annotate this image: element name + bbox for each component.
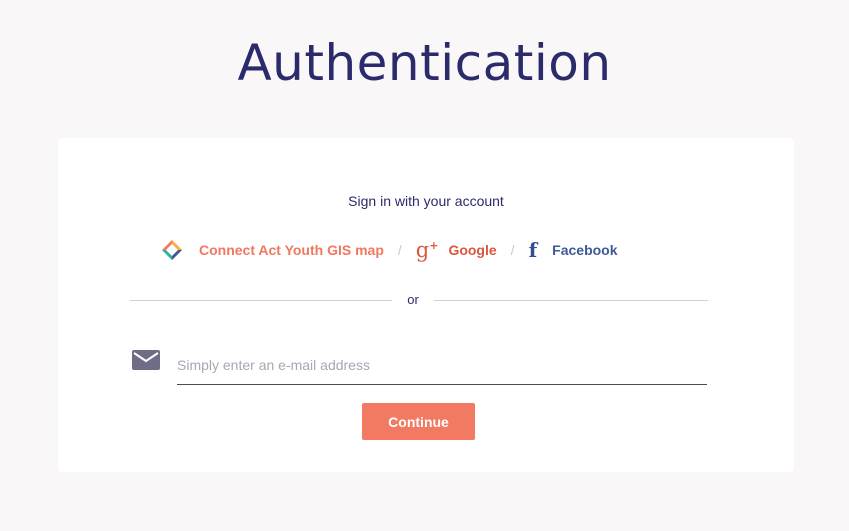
- google-plus-icon: g+: [415, 237, 439, 262]
- google-login-link[interactable]: g+ Google: [415, 237, 497, 262]
- connect-act-youth-label: Connect Act Youth GIS map: [199, 242, 384, 258]
- connect-act-youth-logo-icon: [162, 240, 182, 260]
- auth-card: Sign in with your account Connect Act Yo…: [58, 138, 794, 472]
- or-label: or: [407, 292, 419, 307]
- connect-act-youth-login-link[interactable]: Connect Act Youth GIS map: [161, 239, 384, 261]
- provider-separator: /: [397, 242, 402, 258]
- google-label: Google: [448, 242, 497, 258]
- email-input[interactable]: [177, 345, 707, 385]
- facebook-login-link[interactable]: f Facebook: [529, 240, 618, 260]
- divider-line-left: [130, 300, 392, 301]
- facebook-label: Facebook: [552, 242, 618, 258]
- page-title: Authentication: [237, 34, 612, 92]
- envelope-icon: [132, 350, 160, 370]
- provider-separator: /: [510, 242, 515, 258]
- continue-button[interactable]: Continue: [362, 403, 475, 440]
- divider-line-right: [434, 300, 708, 301]
- facebook-icon: f: [528, 238, 538, 262]
- sign-in-subtitle: Sign in with your account: [348, 193, 504, 209]
- provider-list: Connect Act Youth GIS map / g+ Google / …: [161, 239, 618, 261]
- or-divider: or: [130, 292, 708, 308]
